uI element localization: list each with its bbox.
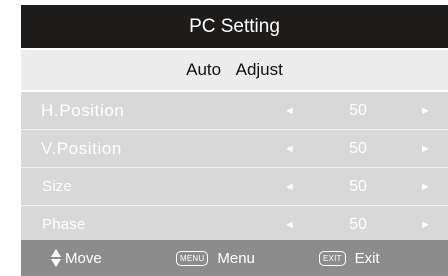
setting-value: 50 bbox=[349, 215, 367, 233]
menu-title-bar: PC Setting bbox=[21, 5, 448, 48]
setting-label: Size bbox=[42, 178, 72, 195]
exit-key-icon: EXIT bbox=[319, 250, 346, 266]
settings-list: H.Position ◄ 50 ► V.Position ◄ 50 ► Size… bbox=[21, 92, 448, 243]
menu-title: PC Setting bbox=[189, 15, 280, 37]
left-arrow-icon[interactable]: ◄ bbox=[284, 168, 295, 205]
right-arrow-icon[interactable]: ► bbox=[420, 206, 431, 243]
footer-hint-bar: Move MENU Menu EXIT Exit bbox=[21, 240, 448, 276]
right-arrow-icon[interactable]: ► bbox=[420, 130, 431, 167]
left-arrow-icon[interactable]: ◄ bbox=[284, 130, 295, 167]
setting-row-size[interactable]: Size ◄ 50 ► bbox=[21, 168, 448, 205]
auto-adjust-item[interactable]: Auto Adjust bbox=[21, 50, 448, 90]
exit-label: Exit bbox=[354, 249, 380, 267]
setting-value: 50 bbox=[349, 101, 367, 119]
menu-key-icon: MENU bbox=[176, 250, 209, 266]
left-arrow-icon[interactable]: ◄ bbox=[284, 92, 295, 129]
setting-row-v-position[interactable]: V.Position ◄ 50 ► bbox=[21, 130, 448, 167]
right-arrow-icon[interactable]: ► bbox=[420, 168, 431, 205]
up-down-arrows-icon bbox=[51, 249, 61, 267]
exit-hint: EXIT Exit bbox=[319, 240, 380, 276]
setting-label: H.Position bbox=[41, 100, 125, 120]
setting-value: 50 bbox=[349, 139, 367, 157]
menu-hint: MENU Menu bbox=[176, 240, 255, 276]
setting-label: V.Position bbox=[41, 138, 122, 158]
right-arrow-icon[interactable]: ► bbox=[420, 92, 431, 129]
setting-label: Phase bbox=[42, 216, 86, 233]
auto-adjust-label: Auto Adjust bbox=[186, 60, 283, 79]
menu-label: Menu bbox=[217, 249, 255, 267]
setting-value: 50 bbox=[349, 177, 367, 195]
setting-row-h-position[interactable]: H.Position ◄ 50 ► bbox=[21, 92, 448, 129]
pc-setting-menu: PC Setting Auto Adjust H.Position ◄ 50 ►… bbox=[21, 5, 448, 276]
move-label: Move bbox=[65, 249, 102, 267]
setting-row-phase[interactable]: Phase ◄ 50 ► bbox=[21, 206, 448, 243]
left-arrow-icon[interactable]: ◄ bbox=[284, 206, 295, 243]
move-hint: Move bbox=[51, 240, 102, 276]
